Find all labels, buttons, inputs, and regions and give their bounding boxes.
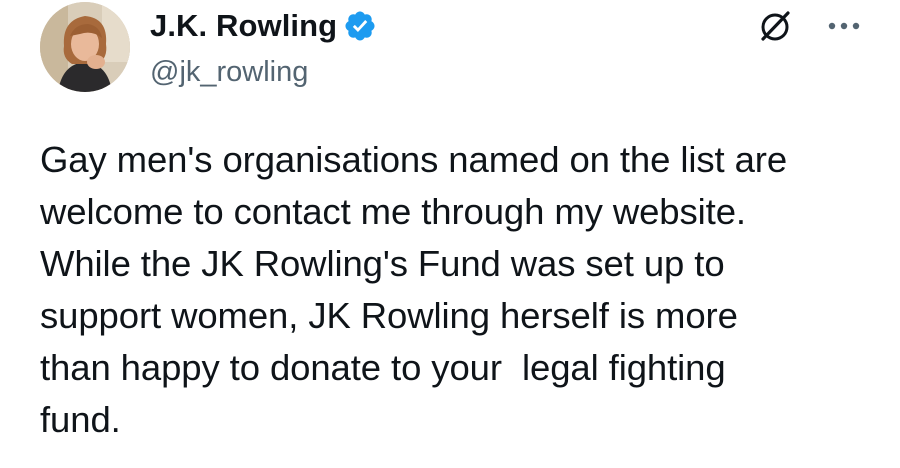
avatar-photo bbox=[40, 2, 130, 92]
avatar[interactable] bbox=[40, 2, 130, 92]
grok-icon[interactable] bbox=[757, 8, 793, 44]
more-options-icon[interactable] bbox=[824, 18, 864, 34]
tweet-card: J.K. Rowling @jk_rowling Gay men's organ… bbox=[0, 0, 900, 468]
author-display-name[interactable]: J.K. Rowling bbox=[150, 8, 337, 44]
tweet-text: Gay men's organisations named on the lis… bbox=[40, 139, 788, 440]
author-handle[interactable]: @jk_rowling bbox=[150, 56, 308, 89]
verified-badge-icon[interactable] bbox=[343, 9, 377, 43]
author-name-row: J.K. Rowling bbox=[150, 6, 377, 46]
